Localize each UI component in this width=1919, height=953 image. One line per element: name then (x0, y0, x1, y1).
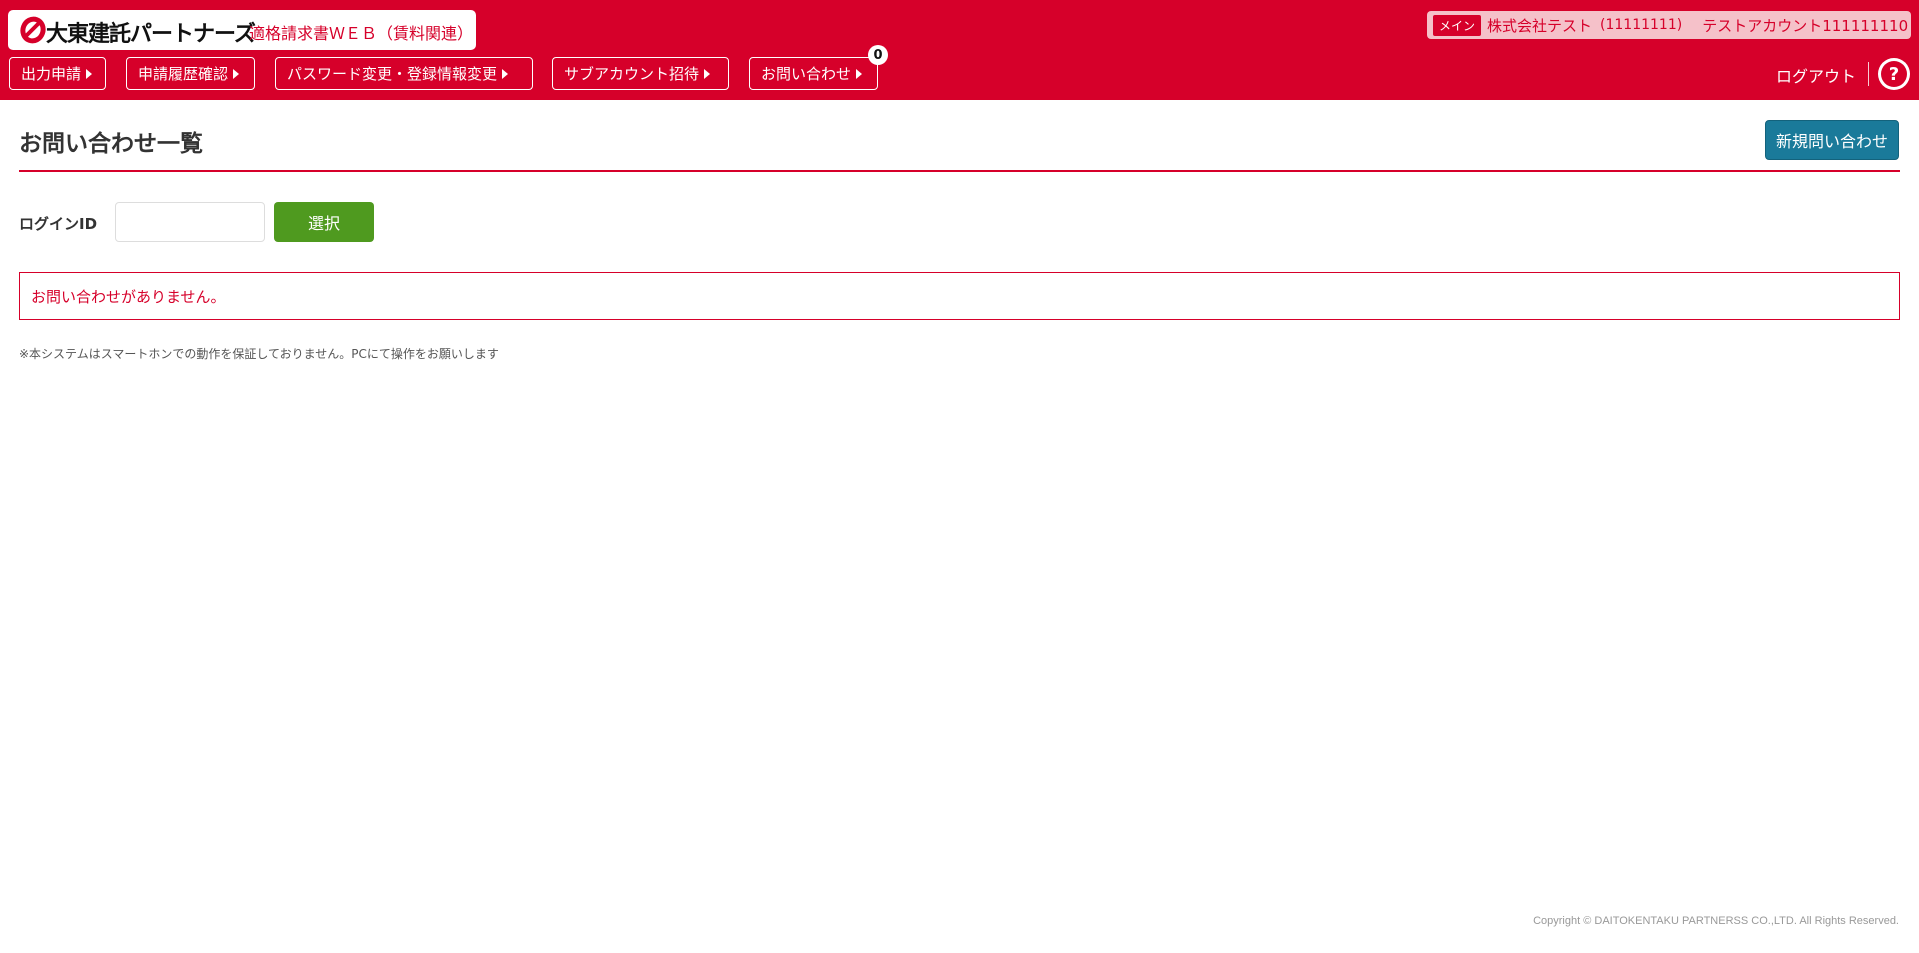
nav-password-change[interactable]: パスワード変更・登録情報変更 (275, 57, 533, 90)
account-type-badge: メイン (1433, 14, 1482, 36)
nav-output-request[interactable]: 出力申請 (9, 57, 106, 90)
site-subtitle: 適格請求書ＷＥＢ（賃料関連） (249, 24, 474, 43)
nav-subaccount-invite[interactable]: サブアカウント招待 (552, 57, 729, 90)
nav-label: パスワード変更・登録情報変更 (287, 65, 498, 83)
company-id: (11111111) (1600, 17, 1683, 33)
caret-right-icon (86, 68, 93, 79)
new-inquiry-button[interactable]: 新規問い合わせ (1765, 120, 1899, 160)
nav-inquiry[interactable]: お問い合わせ (749, 57, 878, 90)
inquiry-count-badge: 0 (868, 45, 888, 65)
login-id-label: ログインID (19, 215, 98, 233)
page-title: お問い合わせ一覧 (19, 131, 203, 157)
logo[interactable]: 大東建託パートナーズ 適格請求書ＷＥＢ（賃料関連） (8, 10, 476, 50)
account-name: テストアカウント111111110 (1702, 16, 1909, 35)
select-button[interactable]: 選択 (274, 202, 374, 242)
nav-label: お問い合わせ (761, 65, 852, 83)
disclaimer-text: ※本システムはスマートホンでの動作を保証しておりません。PCにて操作をお願いしま… (19, 347, 499, 361)
title-divider (19, 170, 1900, 172)
nav-request-history[interactable]: 申請履歴確認 (126, 57, 255, 90)
caret-right-icon (704, 68, 711, 79)
brand-logo-icon (20, 16, 46, 44)
caret-right-icon (233, 68, 240, 79)
nav-label: 申請履歴確認 (138, 65, 229, 83)
logout-link[interactable]: ログアウト (1776, 63, 1856, 87)
login-id-input[interactable] (115, 202, 265, 242)
caret-right-icon (502, 68, 509, 79)
account-info: メイン 株式会社テスト (11111111) テストアカウント111111110… (1427, 11, 1919, 39)
nav-label: 出力申請 (21, 65, 82, 83)
caret-right-icon (856, 68, 863, 79)
brand-name: 大東建託パートナーズ (46, 22, 256, 47)
help-button[interactable]: ? (1878, 58, 1910, 90)
header-divider (1868, 62, 1869, 86)
help-icon: ? (1881, 61, 1907, 87)
header-bar: 大東建託パートナーズ 適格請求書ＷＥＢ（賃料関連） メイン 株式会社テスト (1… (0, 0, 1919, 100)
company-name: 株式会社テスト (1487, 16, 1593, 35)
nav-label: サブアカウント招待 (564, 65, 700, 83)
copyright: Copyright © DAITOKENTAKU PARTNERSS CO.,L… (1533, 915, 1899, 927)
empty-message: お問い合わせがありません。 (19, 272, 1900, 320)
